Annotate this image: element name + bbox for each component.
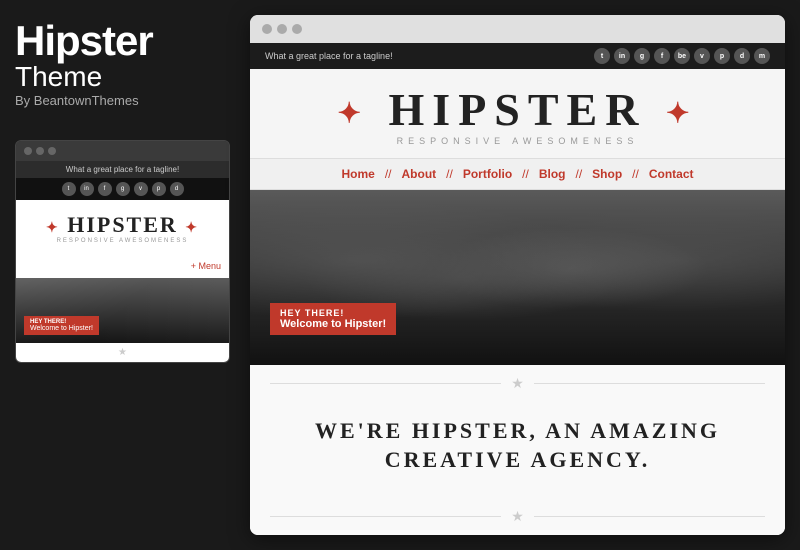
large-dot-2 [277,24,287,34]
social-icon-pinterest[interactable]: p [714,48,730,64]
nav-sep-3: // [522,167,529,181]
theme-title-block: Hipster Theme By BeantownThemes [15,20,153,128]
theme-name: Hipster [15,20,153,62]
bottom-divider-star: ★ [501,508,534,525]
hero-image [250,190,785,365]
large-dot-3 [292,24,302,34]
large-browser-content: What a great place for a tagline! t in g… [250,43,785,535]
theme-author: By BeantownThemes [15,93,153,108]
star-divider-top: ★ [250,365,785,402]
mini-hero: HEY THERE! Welcome to Hipster! [16,278,229,343]
site-tagline-section: WE'RE HIPSTER, AN AMAZING CREATIVE AGENC… [250,402,785,498]
mini-hero-badge: HEY THERE! Welcome to Hipster! [24,316,99,335]
mini-dot-3 [48,147,56,155]
mini-social-icon-3: f [98,182,112,196]
mini-tagline: What a great place for a tagline! [16,161,229,178]
mini-browser-bar [16,141,229,161]
site-logo-subtext: RESPONSIVE AWESOMENESS [265,136,770,146]
nav-sep-1: // [385,167,392,181]
star-divider-bottom: ★ [250,498,785,535]
bottom-divider-line-right [534,516,765,517]
social-icon-mail[interactable]: m [754,48,770,64]
mini-menu-bar: + Menu [16,252,229,278]
site-topbar-tagline: What a great place for a tagline! [265,51,393,61]
social-icon-vimeo[interactable]: v [694,48,710,64]
bottom-divider-line-left [270,516,501,517]
logo-star-right: ✦ [666,98,697,129]
mini-social-icon-7: d [170,182,184,196]
logo-star-left: ✦ [338,98,369,129]
mini-star-icon: ★ [118,347,127,358]
mini-logo-text: ✦ HIPSTER ✦ [21,212,224,238]
site-main-tagline: WE'RE HIPSTER, AN AMAZING CREATIVE AGENC… [280,417,755,474]
mini-logo-star-right: ✦ [185,221,199,236]
hero-badge-bottom: Welcome to Hipster! [280,318,386,330]
nav-item-home[interactable]: Home [331,167,384,181]
site-social-icons: t in g f be v p d m [594,48,770,64]
site-logo-area: ✦ HIPSTER ✦ RESPONSIVE AWESOMENESS [250,69,785,159]
hero-badge-top: HEY THERE! [280,308,386,318]
mini-logo-star-left: ✦ [46,221,60,236]
mini-star-row: ★ [16,343,229,362]
left-panel: Hipster Theme By BeantownThemes What a g… [0,0,245,550]
nav-item-blog[interactable]: Blog [529,167,576,181]
social-icon-instagram[interactable]: in [614,48,630,64]
mini-menu-button[interactable]: + Menu [191,261,221,271]
mini-social-icon-4: g [116,182,130,196]
divider-star: ★ [501,375,534,392]
mini-social-bar: t in f g v p d [16,178,229,200]
mini-logo-area: ✦ HIPSTER ✦ RESPONSIVE AWESOMENESS [16,200,229,252]
mini-social-icon-1: t [62,182,76,196]
theme-sub: Theme [15,62,153,93]
site-nav: Home // About // Portfolio // Blog // Sh… [250,159,785,190]
social-icon-dribbble[interactable]: d [734,48,750,64]
mini-social-icon-5: v [134,182,148,196]
social-icon-facebook[interactable]: f [654,48,670,64]
nav-sep-2: // [446,167,453,181]
mini-social-icon-2: in [80,182,94,196]
mini-logo-sub: RESPONSIVE AWESOMENESS [21,238,224,244]
divider-line-right [534,383,765,384]
nav-item-shop[interactable]: Shop [582,167,632,181]
nav-item-contact[interactable]: Contact [639,167,704,181]
divider-line-left [270,383,501,384]
hero-badge: HEY THERE! Welcome to Hipster! [270,303,396,335]
social-icon-behance[interactable]: be [674,48,690,64]
nav-item-portfolio[interactable]: Portfolio [453,167,522,181]
mini-dot-1 [24,147,32,155]
large-dot-1 [262,24,272,34]
mini-browser-preview: What a great place for a tagline! t in f… [15,140,230,363]
mini-social-icon-6: p [152,182,166,196]
social-icon-google[interactable]: g [634,48,650,64]
nav-item-about[interactable]: About [392,167,447,181]
site-hero: HEY THERE! Welcome to Hipster! [250,190,785,365]
site-topbar: What a great place for a tagline! t in g… [250,43,785,69]
hero-people-bg [250,190,785,365]
mini-hero-welcome: Welcome to Hipster! [30,325,93,332]
nav-sep-5: // [632,167,639,181]
site-logo-text: ✦ HIPSTER ✦ [265,87,770,133]
social-icon-twitter[interactable]: t [594,48,610,64]
right-panel: What a great place for a tagline! t in g… [245,0,800,550]
large-browser: What a great place for a tagline! t in g… [250,15,785,535]
nav-sep-4: // [576,167,583,181]
mini-browser-content: What a great place for a tagline! t in f… [16,161,229,362]
mini-dot-2 [36,147,44,155]
large-browser-bar [250,15,785,43]
